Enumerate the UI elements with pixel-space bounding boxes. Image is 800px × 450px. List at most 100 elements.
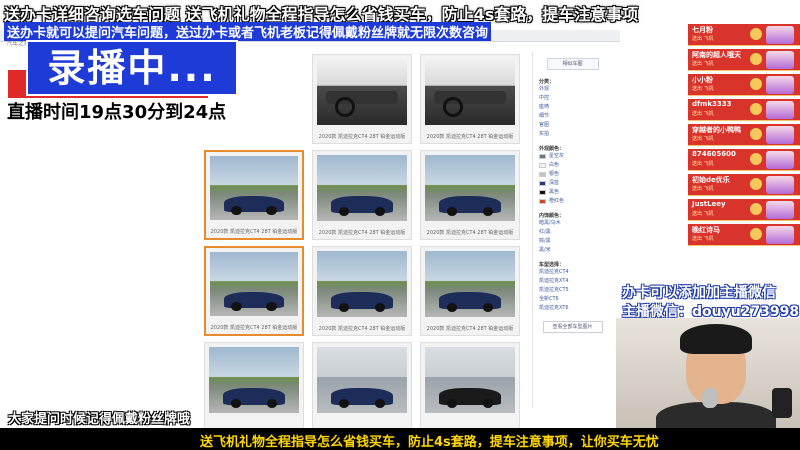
filter-item[interactable]: 凯迪拉克XT6 xyxy=(533,304,612,313)
filter-item-label: 外观 xyxy=(539,86,550,92)
thumbnail-caption: 2020款 凯迪拉克CT4 28T 铂金运动版 xyxy=(210,325,298,331)
filter-item-label: 凯迪拉克CT4 xyxy=(539,269,569,275)
filter-item[interactable]: 红/黑 xyxy=(533,228,612,237)
bottom-left-notice: 大家提问时候记得佩戴粉丝牌哦 xyxy=(8,412,191,427)
airplane-gift-icon xyxy=(766,26,794,44)
thumbnail-car-8[interactable] xyxy=(312,342,412,432)
filter-item-label: 凯迪拉克XT4 xyxy=(539,278,569,284)
color-swatch-icon xyxy=(539,154,546,159)
gift-badge-icon xyxy=(750,128,762,140)
filter-item-label: 银色 xyxy=(549,171,560,177)
color-swatch-icon xyxy=(539,172,546,177)
filter-item[interactable]: 黑色 xyxy=(533,188,612,197)
airplane-gift-icon xyxy=(766,101,794,119)
streamer-shirt xyxy=(656,402,776,428)
airplane-gift-icon xyxy=(766,76,794,94)
filter-item[interactable]: 全新CT6 xyxy=(533,295,612,304)
recording-badge: 录播中... xyxy=(26,40,238,96)
airplane-gift-icon xyxy=(766,201,794,219)
filter-item-label: 棕/黑 xyxy=(539,238,551,244)
gift-entry: dfmk3333 送出 飞机 xyxy=(688,99,800,121)
filter-item-label: 深蓝 xyxy=(549,180,560,186)
car-photo xyxy=(317,251,407,317)
filter-item[interactable]: 银色 xyxy=(533,170,612,179)
filter-item[interactable]: 橙红色 xyxy=(533,197,612,206)
filter-item[interactable]: 暗黑/乌木 xyxy=(533,219,612,228)
streamer-hair xyxy=(680,324,752,354)
gift-description: 送出 飞机 xyxy=(692,236,714,242)
gift-list: 七月粉 送出 飞机 阿南的超人哦天 送出 飞机 小小粉 送出 飞机 dfmk3333 送出 飞… xyxy=(688,24,800,252)
gift-sender-name: 阿南的超人哦天 xyxy=(692,51,741,59)
thumbnail-car-2[interactable]: 2020款 凯迪拉克CT4 28T 铂金运动版 xyxy=(312,150,412,240)
filter-item-label: 白色 xyxy=(549,162,560,168)
filter-item[interactable]: 官图 xyxy=(533,121,612,130)
thumbnail-interior-2[interactable]: 2020款 凯迪拉克CT4 28T 铂金运动版 xyxy=(420,54,520,144)
bottom-ticker: 送飞机礼物全程指导怎么省钱买车，防止4s套路，提车注意事项，让你买车无忧 xyxy=(0,428,800,450)
thumbnail-car-5[interactable]: 2020款 凯迪拉克CT4 28T 铂金运动版 xyxy=(312,246,412,336)
color-swatch-icon xyxy=(539,181,546,186)
gift-entry: JustLeey 送出 飞机 xyxy=(688,199,800,221)
gift-description: 送出 飞机 xyxy=(692,211,714,217)
gift-badge-icon xyxy=(750,78,762,90)
filter-item[interactable]: 星空灰 xyxy=(533,152,612,161)
filter-item[interactable]: 外观 xyxy=(533,85,612,94)
filter-item[interactable]: 凯迪拉克CT4 xyxy=(533,268,612,277)
filter-item[interactable]: 凯迪拉克CT5 xyxy=(533,286,612,295)
filter-item-label: 橙红色 xyxy=(549,198,565,204)
filter-section-title: 车型选择： xyxy=(539,262,565,268)
thumbnail-car-4[interactable]: 2020款 凯迪拉克CT4 28T 铂金运动版 xyxy=(204,246,304,336)
filter-item-label: 红/黑 xyxy=(539,229,551,235)
microphone-stand xyxy=(772,388,792,418)
car-photo xyxy=(425,155,515,221)
gift-entry: 874605600 送出 飞机 xyxy=(688,149,800,171)
airplane-gift-icon xyxy=(766,51,794,69)
filter-item-label: 实拍 xyxy=(539,131,550,137)
thumbnail-car-3[interactable]: 2020款 凯迪拉克CT4 28T 铂金运动版 xyxy=(420,150,520,240)
filter-item-label: 星空灰 xyxy=(549,153,565,159)
gift-entry: 小小粉 送出 飞机 xyxy=(688,74,800,96)
gift-sender-name: JustLeey xyxy=(692,200,726,208)
filter-item-label: 凯迪拉克CT5 xyxy=(539,287,569,293)
thumbnail-car-9[interactable] xyxy=(420,342,520,432)
filter-section-title: 外观颜色： xyxy=(539,146,565,152)
color-swatch-icon xyxy=(539,163,546,168)
filter-item[interactable]: 细节 xyxy=(533,112,612,121)
ticker-text: 送飞机礼物全程指导怎么省钱买车，防止4s套路，提车注意事项，让你买车无忧 xyxy=(200,435,659,450)
similar-images-button[interactable]: 相似车图 xyxy=(546,58,599,70)
airplane-gift-icon xyxy=(766,126,794,144)
thumbnail-caption: 2020款 凯迪拉克CT4 28T 铂金运动版 xyxy=(426,134,514,140)
car-photo xyxy=(317,155,407,221)
filter-item[interactable]: 中控 xyxy=(533,94,612,103)
thumbnail-interior-1[interactable]: 2020款 凯迪拉克CT4 28T 铂金运动版 xyxy=(312,54,412,144)
filter-item-label: 暗黑/乌木 xyxy=(539,220,561,226)
filter-item[interactable]: 黑/米 xyxy=(533,246,612,255)
car-photo xyxy=(425,251,515,317)
gift-badge-icon xyxy=(750,153,762,165)
wechat-notice-1: 办卡可以添加加主播微信 xyxy=(622,285,776,301)
gift-sender-name: dfmk3333 xyxy=(692,100,732,108)
filter-item-label: 官图 xyxy=(539,122,550,128)
filter-item-label: 座椅 xyxy=(539,104,550,110)
filter-item-label: 全新CT6 xyxy=(539,296,559,302)
filter-item[interactable]: 白色 xyxy=(533,161,612,170)
thumbnail-car-6[interactable]: 2020款 凯迪拉克CT4 28T 铂金运动版 xyxy=(420,246,520,336)
color-swatch-icon xyxy=(539,199,546,204)
airplane-gift-icon xyxy=(766,226,794,244)
gift-description: 送出 飞机 xyxy=(692,136,714,142)
gift-sender-name: 七月粉 xyxy=(692,26,713,34)
filter-item[interactable]: 凯迪拉克XT4 xyxy=(533,277,612,286)
gift-description: 送出 飞机 xyxy=(692,186,714,192)
thumbnail-car-7[interactable] xyxy=(204,342,304,432)
gift-description: 送出 飞机 xyxy=(692,61,714,67)
view-all-models-button[interactable]: 查看全部车型图片 xyxy=(542,321,603,333)
filter-item[interactable]: 深蓝 xyxy=(533,179,612,188)
thumbnail-car-1[interactable]: 2020款 凯迪拉克CT4 28T 铂金运动版 xyxy=(204,150,304,240)
filter-item[interactable]: 棕/黑 xyxy=(533,237,612,246)
car-photo xyxy=(210,156,298,220)
gift-badge-icon xyxy=(750,203,762,215)
filter-item[interactable]: 实拍 xyxy=(533,130,612,139)
gift-sender-name: 穿越者的小鸭鸭 xyxy=(692,126,741,134)
filter-item[interactable]: 座椅 xyxy=(533,103,612,112)
thumbnail-caption: 2020款 凯迪拉克CT4 28T 铂金运动版 xyxy=(210,229,298,235)
airplane-gift-icon xyxy=(766,176,794,194)
